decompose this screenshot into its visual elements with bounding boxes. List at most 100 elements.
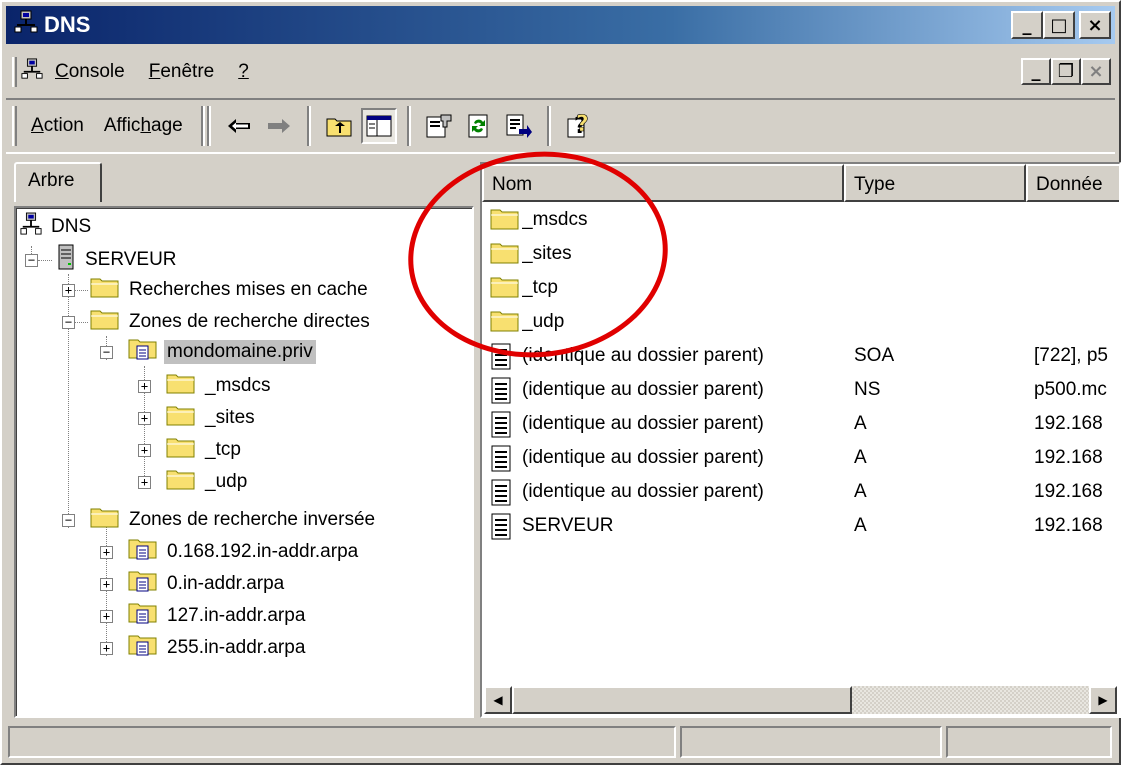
tree-item-dns[interactable]: DNS: [20, 212, 94, 242]
tree-item-serveur[interactable]: SERVEUR: [56, 244, 180, 275]
child-close-button[interactable]: ×: [1081, 58, 1111, 85]
tree-item-udp[interactable]: _udp: [166, 467, 250, 497]
tree-item-tcp[interactable]: _tcp: [166, 435, 244, 465]
tree-item-reverse-zone[interactable]: 0.in-addr.arpa: [128, 569, 287, 599]
menu-grip[interactable]: [12, 57, 17, 87]
column-header-type[interactable]: Type: [844, 164, 1026, 202]
list-cell-data: 192.168: [1034, 515, 1103, 536]
affichage-menu[interactable]: Affichage: [94, 115, 193, 137]
tree-item-forward-zones[interactable]: Zones de recherche directes: [90, 307, 373, 337]
properties-icon[interactable]: [421, 108, 457, 144]
list-row[interactable]: SERVEUR A 192.168: [482, 510, 1119, 543]
toolbar-separator: [406, 106, 411, 146]
dns-server-icon: [20, 211, 42, 243]
scroll-right-button[interactable]: ▶: [1089, 686, 1117, 714]
column-header-nom[interactable]: Nom: [482, 164, 844, 202]
tree-label: Zones de recherche directes: [129, 311, 370, 332]
collapse-icon[interactable]: −: [62, 514, 75, 527]
close-button[interactable]: ×: [1079, 11, 1111, 39]
list-row[interactable]: (identique au dossier parent) A 192.168: [482, 476, 1119, 509]
menu-bar: Console Fenêtre ? _ ❐ ×: [6, 52, 1115, 92]
tree-item-reverse-zone[interactable]: 0.168.192.in-addr.arpa: [128, 537, 361, 567]
show-hide-tree-icon[interactable]: [360, 108, 397, 144]
expand-icon[interactable]: +: [100, 610, 113, 623]
expand-icon[interactable]: +: [62, 284, 75, 297]
collapse-icon[interactable]: −: [25, 254, 38, 267]
status-bar: [6, 724, 1115, 760]
up-folder-icon[interactable]: [321, 108, 357, 144]
expand-icon[interactable]: +: [100, 642, 113, 655]
list-cell-name: (identique au dossier parent): [522, 413, 764, 434]
toolbar-grip[interactable]: [12, 106, 17, 146]
list-row[interactable]: (identique au dossier parent) NS p500.mc: [482, 374, 1119, 407]
column-header-donnee[interactable]: Donnée: [1026, 164, 1119, 202]
expand-icon[interactable]: +: [138, 412, 151, 425]
expand-icon[interactable]: +: [138, 444, 151, 457]
menu-help[interactable]: ?: [226, 61, 261, 83]
zone-folder-icon: [128, 633, 158, 663]
tree-item-reverse-zone[interactable]: 255.in-addr.arpa: [128, 633, 308, 663]
child-restore-button[interactable]: ❐: [1051, 58, 1081, 85]
list-row[interactable]: (identique au dossier parent) SOA [722],…: [482, 340, 1119, 373]
record-icon: [490, 513, 514, 547]
list-row[interactable]: _udp: [482, 306, 1119, 339]
tree-label: 255.in-addr.arpa: [167, 637, 306, 658]
menu-console[interactable]: Console: [43, 61, 137, 83]
tree-label: mondomaine.priv: [164, 340, 316, 364]
help-icon[interactable]: ??: [561, 108, 597, 144]
collapse-icon[interactable]: −: [62, 316, 75, 329]
tree-item-cache[interactable]: Recherches mises en cache: [90, 275, 371, 305]
record-icon: [490, 479, 514, 513]
toolbar: Action Affichage ??: [6, 98, 1115, 154]
expand-icon[interactable]: +: [100, 546, 113, 559]
child-minimize-button[interactable]: _: [1021, 58, 1051, 85]
minimize-button[interactable]: _: [1011, 11, 1043, 39]
menu-console-accel: C: [55, 61, 69, 82]
list-row[interactable]: _msdcs: [482, 204, 1119, 237]
tree-item-msdcs[interactable]: _msdcs: [166, 371, 273, 401]
menu-fenetre[interactable]: Fenêtre: [137, 61, 226, 83]
expand-icon[interactable]: +: [138, 380, 151, 393]
list-row[interactable]: (identique au dossier parent) A 192.168: [482, 408, 1119, 441]
expand-icon[interactable]: +: [100, 578, 113, 591]
list-row[interactable]: _tcp: [482, 272, 1119, 305]
list-cell-name: (identique au dossier parent): [522, 481, 764, 502]
action-menu[interactable]: Action: [21, 115, 94, 137]
console-menu-icon[interactable]: [21, 58, 43, 86]
collapse-icon[interactable]: −: [100, 346, 113, 359]
tree-item-sites[interactable]: _sites: [166, 403, 258, 433]
title-bar[interactable]: DNS _ □ ×: [6, 6, 1115, 44]
close-icon: ×: [1088, 61, 1104, 82]
maximize-icon: □: [1050, 14, 1068, 36]
tab-arbre[interactable]: Arbre: [14, 162, 102, 202]
tree-item-reverse-zone[interactable]: 127.in-addr.arpa: [128, 601, 308, 631]
list-cell-name: _udp: [522, 311, 565, 332]
record-icon: [490, 411, 514, 445]
tree-connector: [74, 290, 88, 291]
expand-icon[interactable]: +: [138, 476, 151, 489]
back-arrow-icon[interactable]: [221, 108, 257, 144]
list-row[interactable]: _sites: [482, 238, 1119, 271]
list-cell-data: 192.168: [1034, 481, 1103, 502]
scroll-left-button[interactable]: ◀: [484, 686, 512, 714]
restore-icon: ❐: [1057, 61, 1075, 82]
horizontal-scrollbar[interactable]: ◀ ▶: [484, 686, 1117, 714]
list-pane: Nom Type Donnée _msdcs _sites _tcp _udp …: [480, 162, 1121, 718]
tree-item-reverse-zones[interactable]: Zones de recherche inversée: [90, 505, 378, 535]
menu-fenetre-label: enêtre: [160, 61, 215, 82]
maximize-button[interactable]: □: [1043, 11, 1075, 39]
export-list-icon[interactable]: [501, 108, 537, 144]
refresh-icon[interactable]: [461, 108, 497, 144]
tree-item-mondomaine[interactable]: mondomaine.priv: [128, 337, 316, 367]
toolbar-separator: [546, 106, 551, 146]
list-row[interactable]: (identique au dossier parent) A 192.168: [482, 442, 1119, 475]
forward-arrow-icon[interactable]: [261, 108, 297, 144]
scroll-thumb[interactable]: [512, 686, 852, 714]
list-cell-type: SOA: [854, 345, 895, 366]
status-panel: [8, 726, 676, 758]
toolbar-separator: [206, 106, 211, 146]
list-cell-type: A: [854, 447, 867, 468]
action-accel: A: [31, 115, 44, 136]
folder-icon: [490, 275, 520, 305]
tree-label: _tcp: [205, 439, 241, 460]
